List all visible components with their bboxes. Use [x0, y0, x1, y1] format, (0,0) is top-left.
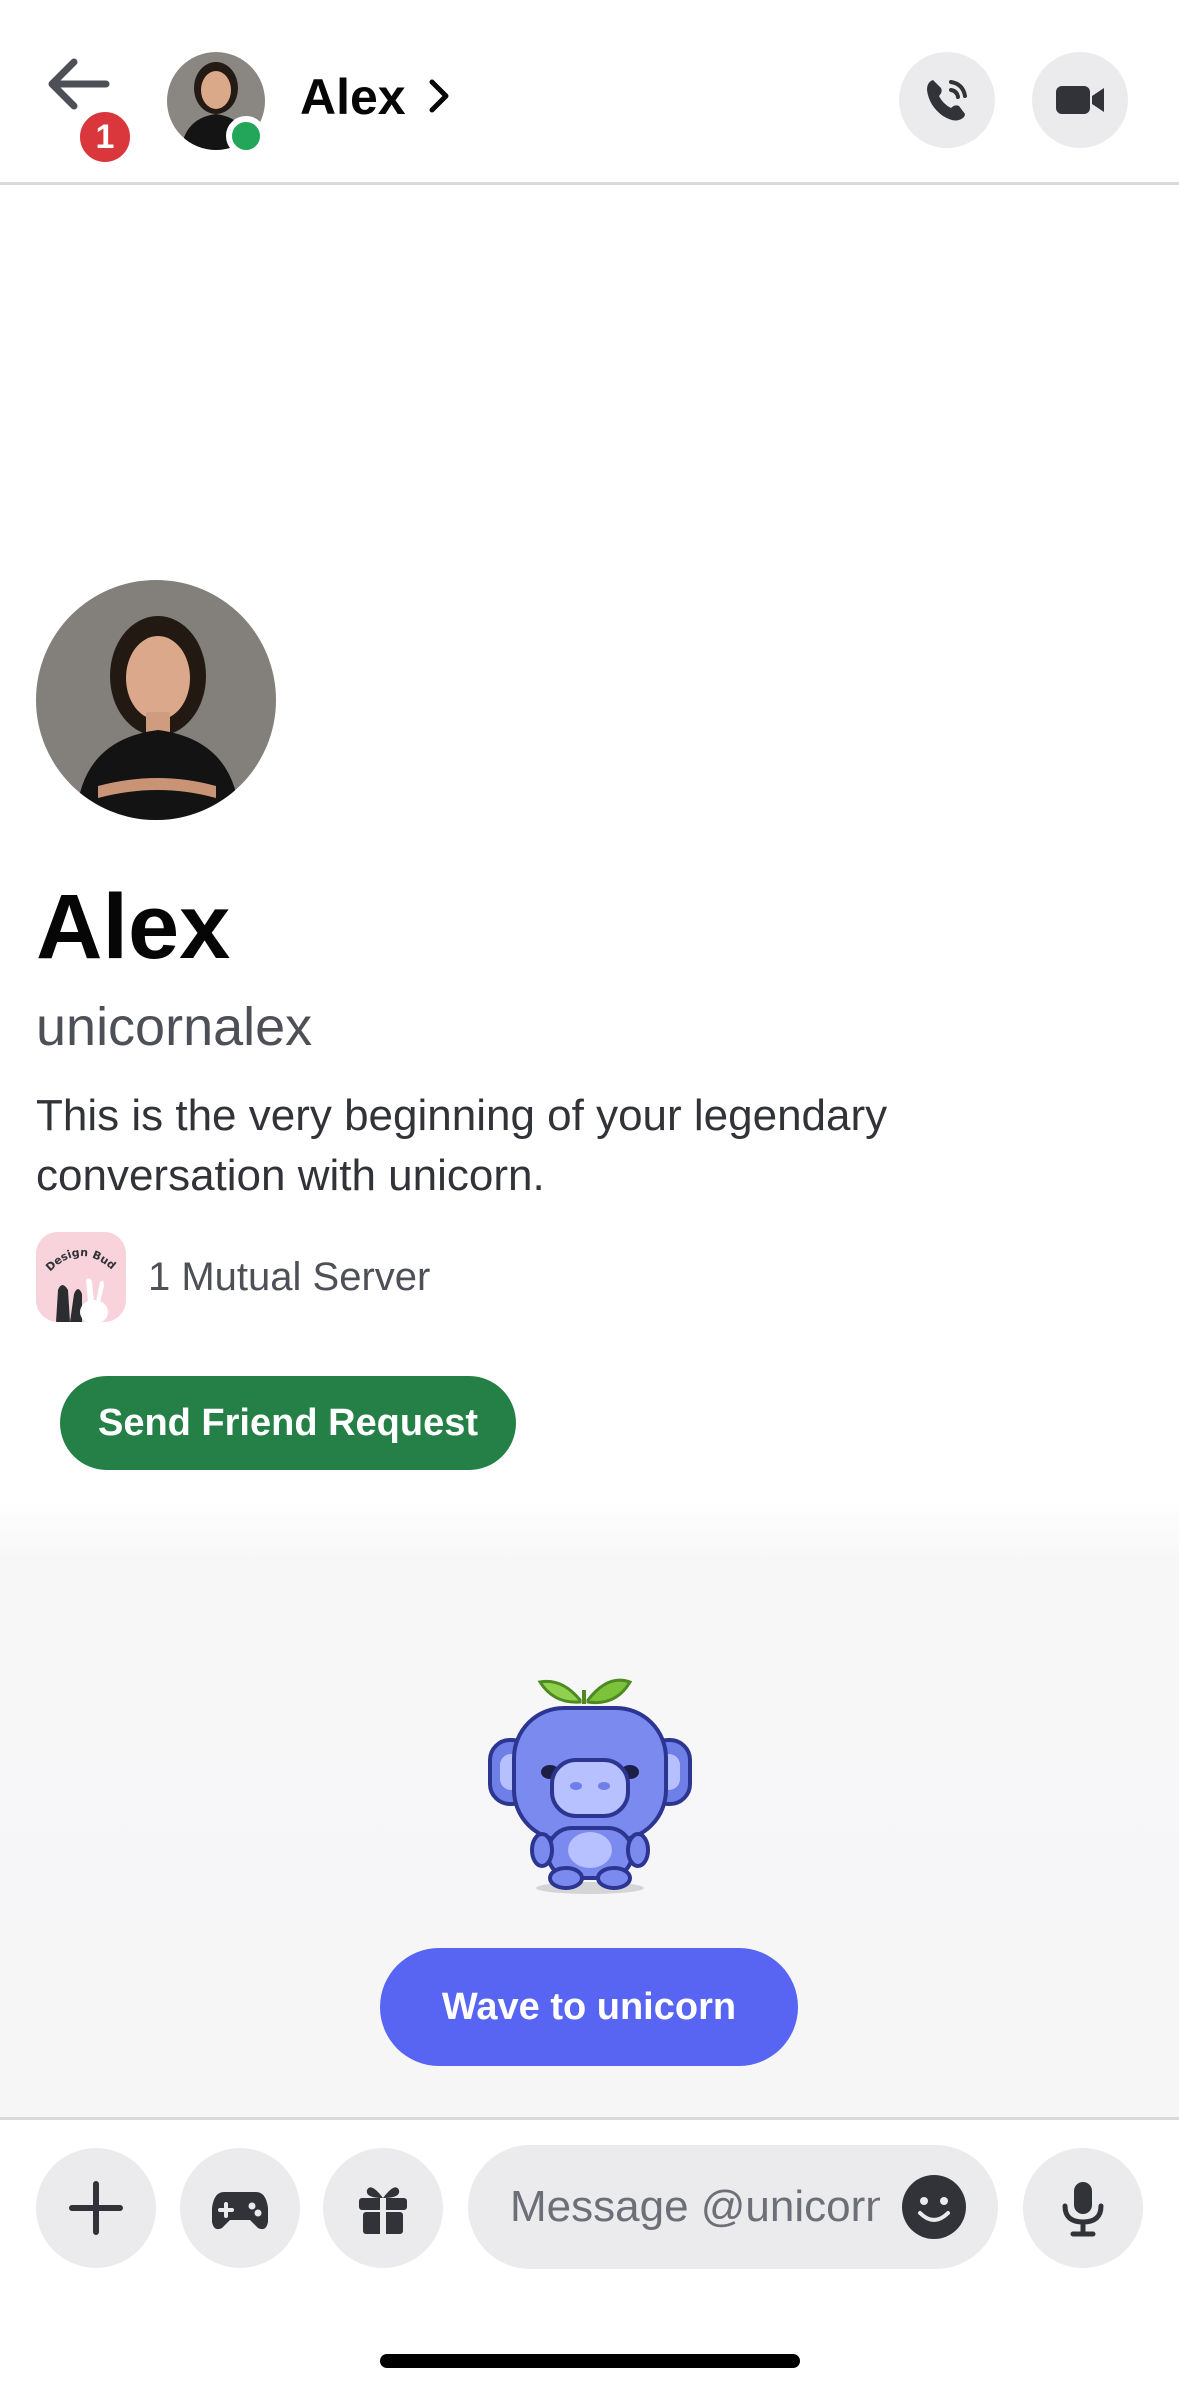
video-camera-icon	[1056, 86, 1104, 114]
emoji-icon[interactable]	[900, 2173, 968, 2241]
profile-username: unicornalex	[36, 997, 313, 1057]
gamepad-icon	[212, 2192, 268, 2230]
phone-icon	[927, 80, 967, 121]
wumpus-sticker	[488, 1678, 692, 1894]
home-indicator[interactable]	[380, 2354, 800, 2368]
attach-button[interactable]	[36, 2148, 156, 2268]
online-status-indicator	[226, 116, 266, 156]
voice-call-button[interactable]	[899, 52, 995, 148]
profile-display-name: Alex	[36, 876, 231, 978]
activities-button[interactable]	[180, 2148, 300, 2268]
back-arrow-icon	[48, 58, 110, 110]
conversation-intro-text: This is the very beginning of your legen…	[36, 1091, 888, 1200]
message-input[interactable]	[510, 2167, 880, 2247]
microphone-icon	[1062, 2182, 1104, 2237]
profile-avatar[interactable]	[36, 580, 276, 820]
message-input-container[interactable]	[468, 2145, 998, 2269]
unread-badge: 1	[76, 108, 134, 166]
voice-message-button[interactable]	[1023, 2148, 1143, 2268]
gift-button[interactable]	[323, 2148, 443, 2268]
mutual-servers-label[interactable]: 1 Mutual Server	[148, 1252, 430, 1302]
mutual-server-icon[interactable]: Design Buddies	[36, 1232, 126, 1322]
video-call-button[interactable]	[1032, 52, 1128, 148]
chevron-right-icon[interactable]	[426, 76, 454, 116]
send-friend-request-button[interactable]: Send Friend Request	[60, 1376, 516, 1470]
plus-icon	[69, 2181, 123, 2235]
gift-icon	[359, 2187, 407, 2234]
header-title[interactable]: Alex	[300, 64, 406, 130]
wave-button[interactable]: Wave to unicorn	[380, 1948, 798, 2066]
